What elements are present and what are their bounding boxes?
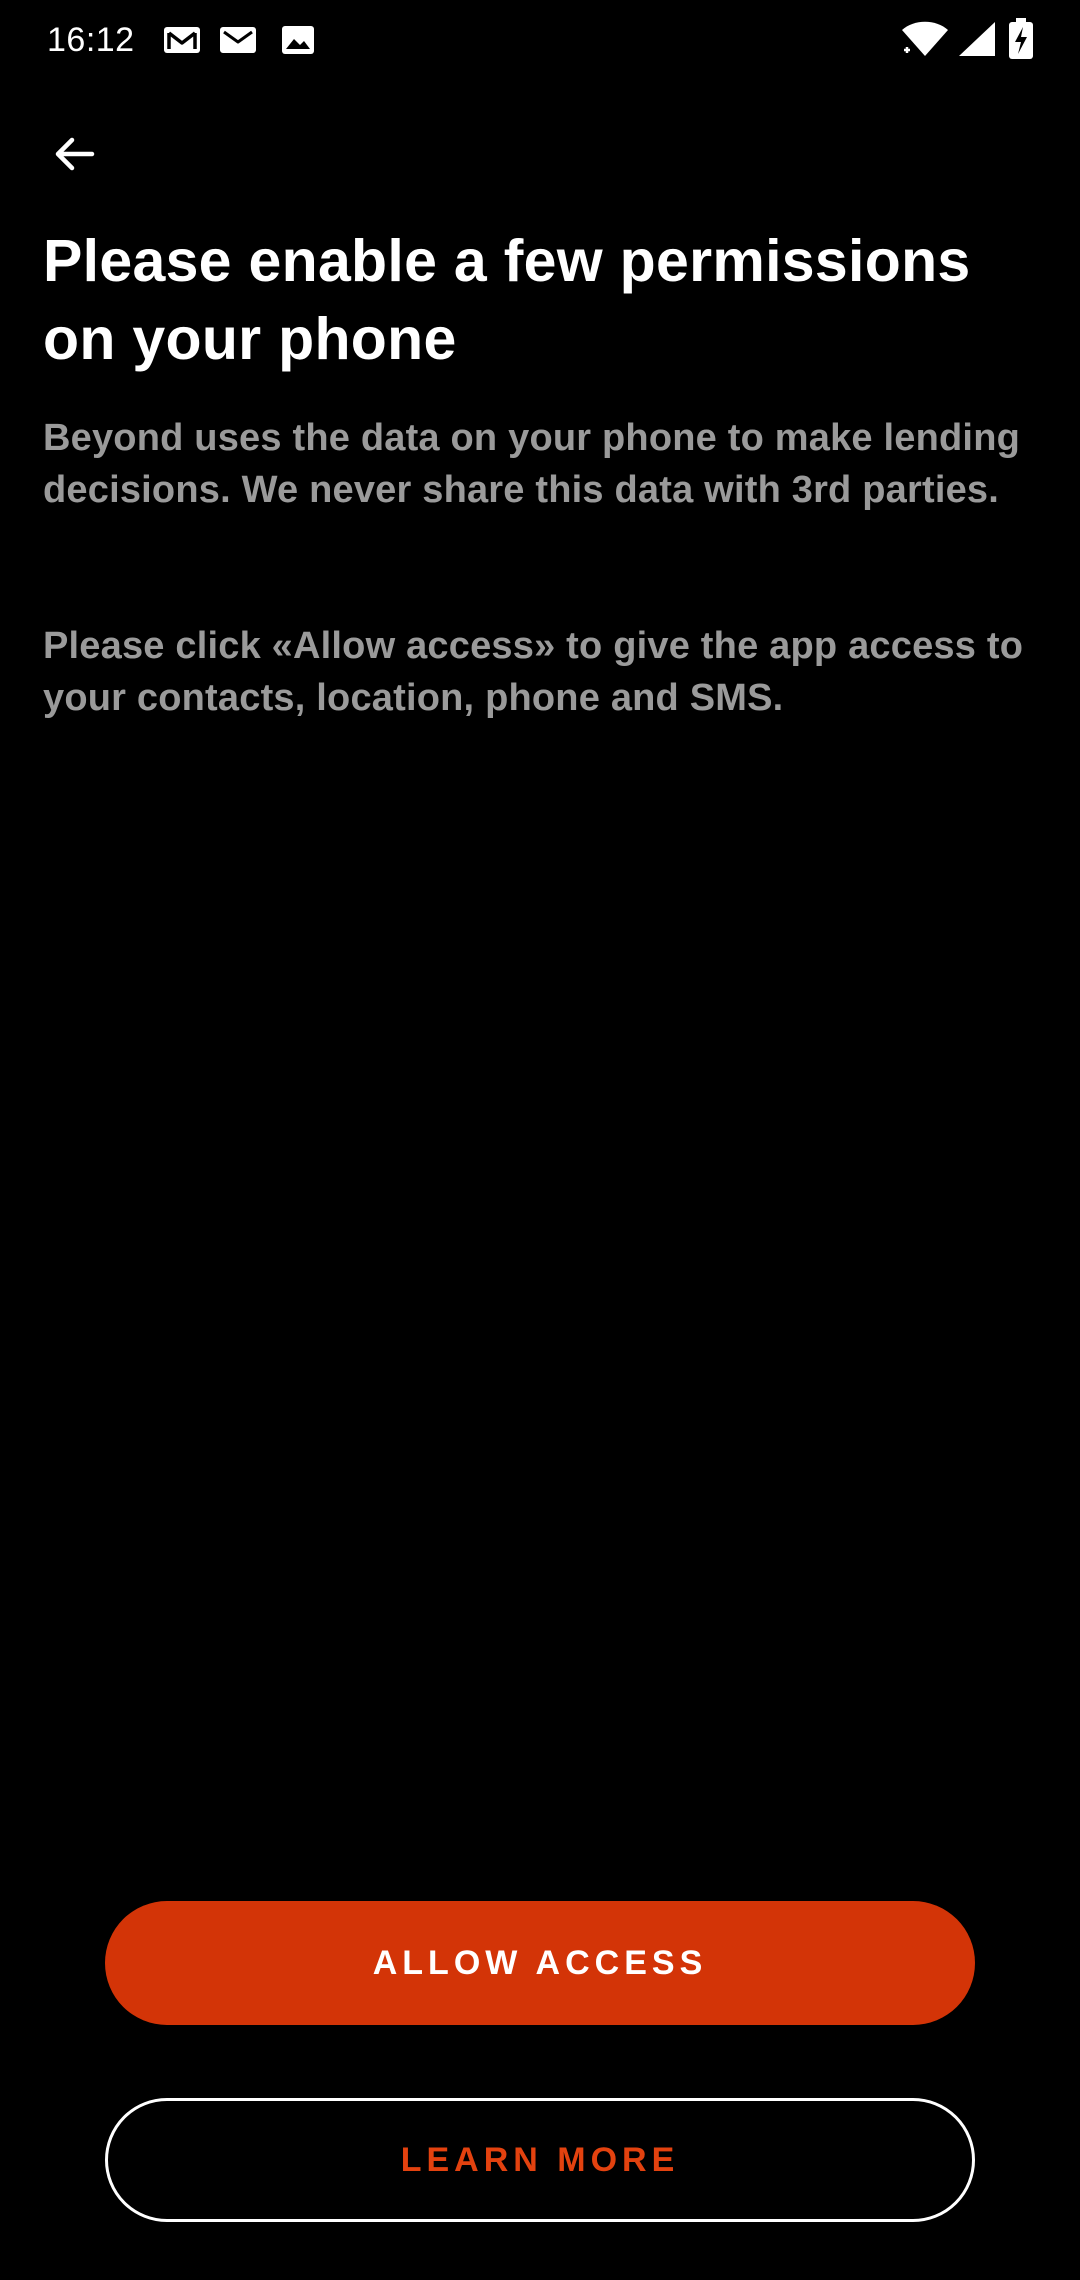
- gmail-icon: [162, 24, 202, 56]
- battery-charging-icon: [1008, 18, 1034, 60]
- permissions-screen: 16:12 Please enable a few permissions on…: [0, 0, 1080, 2280]
- signal-icon: [957, 20, 997, 58]
- allow-access-label: ALLOW ACCESS: [372, 1943, 708, 1982]
- learn-more-button[interactable]: LEARN MORE: [105, 2098, 975, 2222]
- description-text: Beyond uses the data on your phone to ma…: [43, 417, 1021, 511]
- wifi-icon: [900, 20, 950, 58]
- status-time: 16:12: [47, 21, 135, 59]
- status-bar: 16:12: [0, 0, 1080, 80]
- image-icon: [278, 24, 318, 56]
- mail-icon: [218, 24, 258, 56]
- page-title: Please enable a few permissions on your …: [43, 228, 971, 372]
- arrow-back-icon: [50, 130, 98, 178]
- back-button[interactable]: [30, 110, 118, 198]
- instruction-text: Please click «Allow access» to give the …: [43, 625, 1024, 719]
- learn-more-label: LEARN MORE: [400, 2140, 680, 2179]
- allow-access-button[interactable]: ALLOW ACCESS: [105, 1901, 975, 2025]
